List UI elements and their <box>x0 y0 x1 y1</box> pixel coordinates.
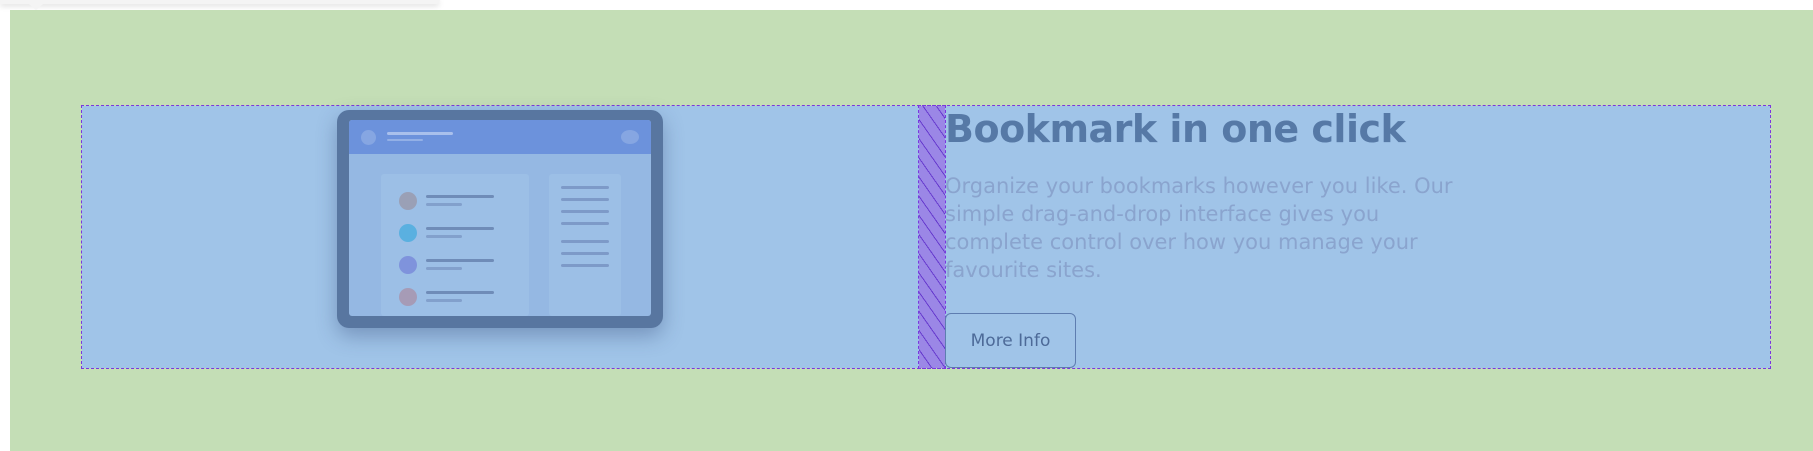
illustration-header <box>349 120 651 154</box>
devtools-tooltip <box>0 0 440 4</box>
illustration-avatar <box>361 130 376 145</box>
illustration-list-dot <box>399 256 417 274</box>
illustration-screen <box>349 120 651 316</box>
illustration-list-line <box>426 299 462 302</box>
flex-gap-highlight <box>918 105 946 369</box>
illustration-list-dot <box>399 192 417 210</box>
browser-bookmarks-illustration <box>337 110 663 328</box>
illustration-sidebar-line <box>561 222 609 225</box>
illustration-list-line <box>426 227 494 230</box>
illustration-list-line <box>426 203 462 206</box>
illustration-list-dot <box>399 288 417 306</box>
illustration-list-line <box>426 195 494 198</box>
illustration-sidebar-line <box>561 210 609 213</box>
illustration-bookmark-list <box>381 174 529 316</box>
illustration-list-dot <box>399 224 417 242</box>
feature-content: Bookmark in one click Organize your book… <box>945 106 1465 284</box>
illustration-list-line <box>426 235 462 238</box>
illustration-list-line <box>426 259 494 262</box>
illustration-sidebar <box>549 174 621 316</box>
illustration-sidebar-line <box>561 240 609 243</box>
illustration-subtitle-line <box>387 139 423 141</box>
more-info-button[interactable]: More Info <box>945 313 1076 368</box>
illustration-sidebar-line <box>561 198 609 201</box>
illustration-sidebar-line <box>561 252 609 255</box>
illustration-title-line <box>387 132 453 135</box>
illustration-list-line <box>426 267 462 270</box>
illustration-list-line <box>426 291 494 294</box>
feature-heading: Bookmark in one click <box>945 107 1406 151</box>
illustration-sidebar-line <box>561 264 609 267</box>
illustration-menu-dot <box>621 130 639 144</box>
illustration-sidebar-line <box>561 186 609 189</box>
feature-description: Organize your bookmarks however you like… <box>945 174 1453 282</box>
tooltip-arrow <box>24 0 48 10</box>
